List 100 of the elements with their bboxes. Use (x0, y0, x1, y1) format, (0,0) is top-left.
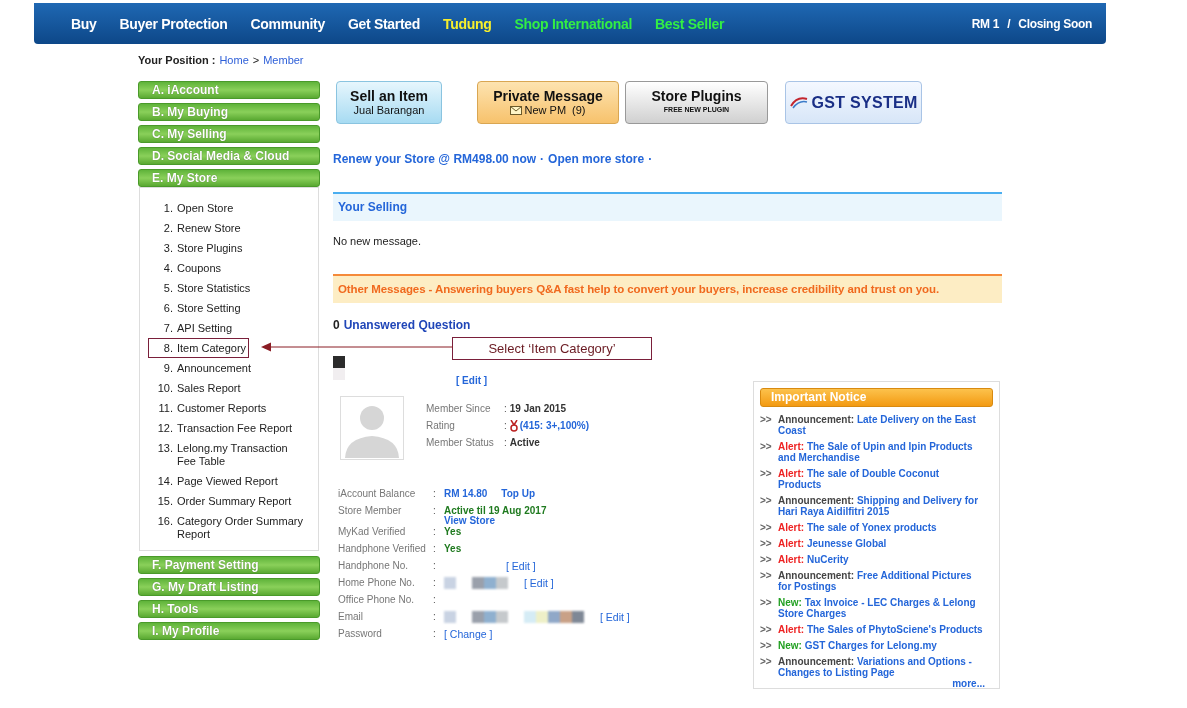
notice-link[interactable]: Alert: The Sales of PhytoSciene's Products (778, 624, 983, 635)
notice-link[interactable]: Announcement: Shipping and Delivery for Hari Raya Aidilfitri 2015 (778, 495, 983, 517)
colon: : (433, 560, 437, 571)
value-link[interactable]: RM 14.80 (444, 488, 488, 499)
sidebar-item[interactable]: 5. Store Statistics (148, 278, 254, 298)
sidebar-item[interactable]: 13. Lelong.my Transaction Fee Table (148, 438, 312, 471)
notice-link[interactable]: Alert: The sale of Yonex products (778, 522, 983, 533)
nav-link[interactable]: Tudung (443, 15, 492, 32)
edit-link[interactable]: [ Edit ] (506, 560, 536, 572)
field-label: Handphone Verified (338, 543, 427, 554)
field-label: MyKad Verified (338, 526, 407, 537)
field-value: 19 Jan 2015 (509, 403, 566, 414)
separator: · (648, 152, 653, 166)
action-button[interactable]: Sell an Item Jual Barangan (336, 81, 442, 124)
sidebar-item[interactable]: 9. Announcement (148, 358, 254, 378)
notice-link[interactable]: Alert: The Sale of Upin and Ipin Products and Merchandise (778, 441, 983, 463)
notice-link[interactable]: New: Tax Invoice - LEC Charges & Lelong Store Charges (778, 597, 983, 619)
action-button[interactable]: Private Message New PM (9) (477, 81, 619, 124)
separator: · (540, 152, 545, 166)
sidebar-item[interactable]: 15. Order Summary Report (148, 491, 295, 511)
edit-link[interactable]: [ Edit ] (600, 611, 630, 623)
unanswered-question-link[interactable]: Unanswered Question (343, 318, 471, 332)
breadcrumb-link[interactable]: Member (263, 54, 304, 70)
avatar-icon (340, 396, 404, 460)
action-button[interactable]: GST SYSTEM (785, 81, 922, 124)
sidebar-item[interactable]: 2. Renew Store (148, 218, 244, 238)
nav-link[interactable]: Best Seller (655, 15, 725, 32)
sidebar-item[interactable]: 16. Category Order Summary Report (148, 511, 312, 544)
colon: : (504, 403, 507, 414)
field-value: Active (509, 437, 540, 448)
field-label: Password (338, 628, 383, 639)
sidebar-item[interactable]: 4. Coupons (148, 258, 225, 278)
bullet: >> (760, 441, 773, 454)
nav-link[interactable]: Community (250, 15, 325, 32)
sidebar-item[interactable]: 7. API Setting (148, 318, 236, 338)
swoosh-icon (789, 95, 810, 110)
section-header: Your Selling (333, 192, 1002, 221)
redacted-value (472, 577, 508, 589)
notice-link[interactable]: Alert: The sale of Double Coconut Products (778, 468, 983, 490)
empty-message: No new message. (333, 235, 423, 247)
colon: : (504, 420, 507, 431)
question-count: 0 (333, 318, 340, 332)
sidebar-item[interactable]: 6. Store Setting (148, 298, 244, 318)
field-label: Home Phone No. (338, 577, 416, 588)
bullet: >> (760, 656, 773, 669)
currency-amount: RM 1 (971, 16, 1000, 31)
more-link[interactable]: more... (952, 678, 985, 689)
bullet: >> (760, 538, 773, 549)
bullet: >> (760, 554, 773, 565)
redacted-value (524, 611, 584, 623)
colon: : (433, 628, 437, 639)
field-label: Office Phone No. (338, 594, 415, 605)
bullet: >> (760, 414, 773, 427)
renew-link[interactable]: Renew your Store @ RM498.00 now (333, 152, 537, 166)
breadcrumb-separator: > (252, 54, 260, 68)
notice-link[interactable]: Alert: NuCerity (778, 554, 983, 565)
closing-status: Closing Soon (1018, 16, 1092, 31)
bullet: >> (760, 640, 773, 651)
notice-link[interactable]: Announcement: Free Additional Pictures for Postings (778, 570, 983, 592)
field-label: Email (338, 611, 364, 622)
bullet: >> (760, 522, 773, 533)
colon: : (433, 526, 437, 537)
colon: : (433, 577, 437, 588)
notice-link[interactable]: Announcement: Late Delivery on the East Coast (778, 414, 983, 436)
sidebar-item[interactable]: 3. Store Plugins (148, 238, 246, 258)
sidebar-item[interactable]: 11. Customer Reports (148, 398, 270, 418)
notice-link[interactable]: New: GST Charges for Lelong.my (778, 640, 983, 651)
medal-icon (509, 419, 518, 432)
bullet: >> (760, 570, 773, 583)
redacted-value (472, 611, 508, 623)
notice-link[interactable]: Alert: Jeunesse Global (778, 538, 983, 549)
breadcrumb-link[interactable]: Home (219, 54, 249, 70)
field-label: Handphone No. (338, 560, 410, 571)
nav-link[interactable]: Buy (71, 15, 97, 32)
nav-link[interactable]: Buyer Protection (119, 15, 228, 32)
sidebar-item[interactable]: 14. Page Viewed Report (148, 471, 281, 491)
nav-link[interactable]: Get Started (347, 15, 421, 32)
nav-link[interactable]: Shop International (514, 15, 633, 32)
colon: : (433, 611, 437, 622)
sidebar-item[interactable]: 12. Transaction Fee Report (148, 418, 296, 438)
rating-link[interactable]: (415: 3+,100%) (519, 420, 589, 431)
sidebar-item[interactable]: 10. Sales Report (148, 378, 244, 398)
colon: : (433, 488, 437, 499)
field-label: Rating (426, 420, 456, 431)
renew-link[interactable]: Open more store (548, 152, 645, 166)
notice-header: Important Notice (760, 388, 993, 407)
redacted-value (444, 611, 456, 623)
bullet: >> (760, 495, 773, 508)
value-link[interactable]: Top Up (501, 488, 536, 499)
sidebar-item[interactable]: 8. Item Category (148, 338, 250, 358)
edit-link[interactable]: [ Change ] (444, 628, 493, 640)
sidebar-item[interactable]: 1. Open Store (148, 198, 237, 218)
edit-link[interactable]: [ Edit ] (456, 375, 488, 386)
view-store-link[interactable]: View Store (444, 516, 598, 526)
field-label: iAccount Balance (338, 488, 417, 499)
colon: : (433, 594, 437, 605)
edit-link[interactable]: [ Edit ] (524, 577, 554, 589)
field-label: Store Member (338, 505, 403, 516)
field-value: Yes (444, 526, 462, 537)
section-header: Other Messages - Answering buyers Q&A fast help to convert your buyers, increase credibility and trust on you. (333, 274, 1002, 303)
